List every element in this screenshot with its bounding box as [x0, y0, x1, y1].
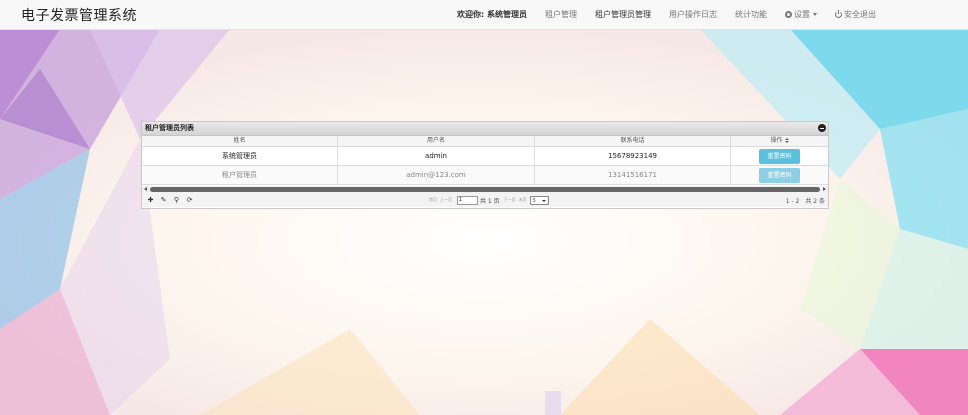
scroll-right-icon[interactable]	[823, 187, 826, 191]
gear-icon	[784, 11, 792, 18]
cell-phone: 13141516171	[535, 166, 731, 184]
grid-caption: 租户管理员列表	[142, 122, 828, 136]
caret-down-icon	[812, 13, 817, 16]
scrollbar-thumb[interactable]	[150, 187, 820, 192]
pager-tools: ✚ ✎ ⚲ ⟳	[146, 196, 198, 204]
add-icon[interactable]: ✚	[146, 196, 155, 204]
grid-header: 姓名 用户名 联系电话 操作	[142, 136, 828, 147]
total-pages: 共 1 页	[480, 197, 500, 205]
reset-password-button[interactable]: 重置密码	[759, 149, 800, 164]
edit-icon[interactable]: ✎	[159, 196, 168, 204]
cell-username: admin	[338, 147, 535, 165]
nav-item-tenant-management[interactable]: 租户管理	[545, 9, 577, 20]
page-size-select[interactable]: 5	[529, 195, 549, 205]
nav-menu: 欢迎你: 系统管理员 租户管理 租户管理员管理 用户操作日志 统计功能 设置 安…	[457, 0, 894, 29]
cell-action: 重置密码	[731, 166, 828, 184]
grid-title: 租户管理员列表	[145, 124, 194, 132]
welcome-text: 欢迎你: 系统管理员	[457, 10, 527, 19]
background-image	[0, 29, 968, 415]
column-header-name[interactable]: 姓名	[142, 136, 338, 146]
nav-item-user-operation-log[interactable]: 用户操作日志	[669, 9, 717, 20]
first-page-button[interactable]: 首页	[429, 197, 437, 203]
cell-name: 租户管理员	[142, 166, 338, 184]
settings-label: 设置	[793, 10, 810, 19]
cell-username: admin@123.com	[338, 166, 535, 184]
cell-action: 重置密码	[731, 147, 828, 165]
table-row[interactable]: 系统管理员 admin 15678923149 重置密码	[142, 147, 828, 166]
horizontal-scrollbar[interactable]	[142, 186, 828, 193]
grid-pager: ✚ ✎ ⚲ ⟳ 首页 上一页 共 1 页 下一页 末页 5 1 - 2 共 2 …	[142, 193, 828, 207]
column-header-username[interactable]: 用户名	[338, 136, 535, 146]
tenant-admin-grid: 租户管理员列表 姓名 用户名 联系电话 操作 系统管理员 admin 15678…	[141, 121, 829, 209]
table-row[interactable]: 租户管理员 admin@123.com 13141516171 重置密码	[142, 166, 828, 185]
nav-item-statistics[interactable]: 统计功能	[735, 9, 767, 20]
refresh-icon[interactable]: ⟳	[185, 196, 194, 204]
pagination: 首页 上一页 共 1 页 下一页 末页 5	[429, 195, 549, 205]
app-title[interactable]: 电子发票管理系统	[21, 5, 137, 25]
column-header-phone[interactable]: 联系电话	[535, 136, 731, 146]
prev-page-button[interactable]: 上一页	[440, 197, 452, 203]
next-page-button[interactable]: 下一页	[504, 197, 516, 203]
nav-item-tenant-admin-management[interactable]: 租户管理员管理	[595, 9, 651, 20]
settings-dropdown[interactable]: 设置	[784, 9, 817, 20]
search-icon[interactable]: ⚲	[172, 196, 181, 204]
logout-label: 安全退出	[843, 10, 876, 19]
record-count: 1 - 2 共 2 条	[785, 198, 825, 205]
power-icon	[834, 10, 842, 18]
reset-password-button[interactable]: 重置密码	[759, 168, 800, 183]
logout-link[interactable]: 安全退出	[834, 9, 876, 20]
page-number-input[interactable]	[457, 195, 478, 205]
column-header-action-label: 操作	[770, 137, 783, 144]
cell-name: 系统管理员	[142, 147, 338, 165]
cell-phone: 15678923149	[535, 147, 731, 165]
scroll-left-icon[interactable]	[144, 187, 147, 191]
top-navbar: 电子发票管理系统 欢迎你: 系统管理员 租户管理 租户管理员管理 用户操作日志 …	[0, 0, 968, 30]
sort-icon	[784, 138, 789, 143]
collapse-icon[interactable]	[818, 124, 826, 132]
last-page-button[interactable]: 末页	[519, 197, 527, 203]
column-header-action[interactable]: 操作	[731, 136, 828, 146]
